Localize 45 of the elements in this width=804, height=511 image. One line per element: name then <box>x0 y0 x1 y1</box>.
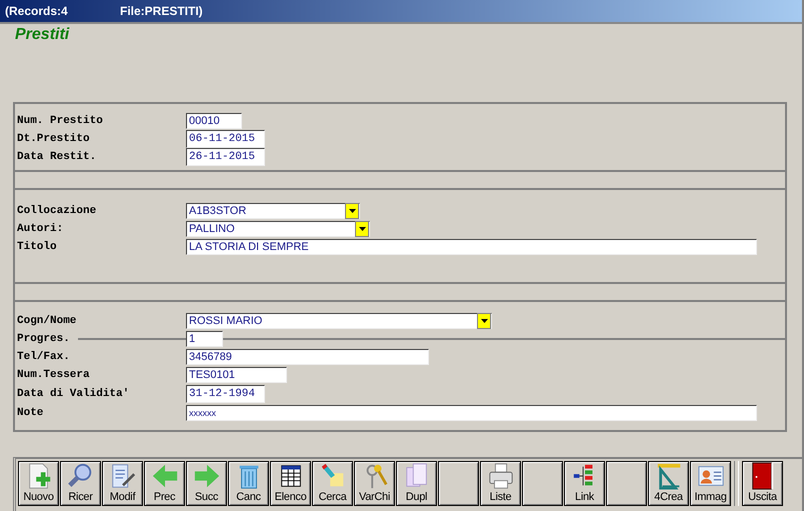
field-label: Titolo <box>17 241 57 253</box>
field-label: Collocazione <box>17 205 96 217</box>
field-label: Data Restit. <box>17 151 96 163</box>
toolbar-button[interactable]: Modif <box>102 461 143 506</box>
field-label: Autori: <box>17 223 64 235</box>
records-count: (Records:4 <box>5 4 69 18</box>
toolbar-button[interactable]: Canc <box>228 461 269 506</box>
toolbar-button[interactable]: Nuovo <box>18 461 59 506</box>
text-field[interactable]: TES0101 <box>186 367 287 383</box>
field-label: Num.Tessera <box>17 369 90 381</box>
text-field[interactable]: 3456789 <box>186 349 429 365</box>
toolbar-button[interactable]: Elenco <box>270 461 311 506</box>
text-field[interactable]: 1 <box>186 331 223 347</box>
exit-button[interactable]: Uscita <box>742 461 783 506</box>
field-label: Dt.Prestito <box>17 133 90 145</box>
date-field[interactable]: 31-12-1994 <box>186 385 265 403</box>
form-title: Prestiti <box>15 26 70 45</box>
note-field[interactable]: xxxxxx <box>186 405 757 421</box>
text-field[interactable]: 00010 <box>186 113 242 129</box>
empty-button[interactable] <box>438 461 479 506</box>
toolbar-button[interactable]: Liste <box>480 461 521 506</box>
toolbar-button[interactable]: Succ <box>186 461 227 506</box>
file-name: File:PRESTITI) <box>120 4 203 18</box>
toolbar-button[interactable]: 4Crea <box>648 461 689 506</box>
field-label: Num. Prestito <box>17 115 103 127</box>
field-label: Note <box>17 407 44 419</box>
text-field[interactable]: LA STORIA DI SEMPRE <box>186 239 757 255</box>
empty-button[interactable] <box>522 461 563 506</box>
field-label: Cogn/Nome <box>17 315 76 327</box>
empty-button[interactable] <box>606 461 647 506</box>
field-label: Tel/Fax. <box>17 351 70 363</box>
dropdown-field[interactable]: PALLINO <box>186 221 370 237</box>
date-field[interactable]: 06-11-2015 <box>186 130 265 148</box>
toolbar-button[interactable]: Immag <box>690 461 731 506</box>
dropdown-field[interactable]: ROSSI MARIO <box>186 313 492 329</box>
field-label: Data di Validita' <box>17 388 130 400</box>
toolbar-button[interactable]: Cerca <box>312 461 353 506</box>
toolbar-button[interactable]: Ricer <box>60 461 101 506</box>
toolbar-button[interactable]: Dupl <box>396 461 437 506</box>
field-label: Progres. <box>17 333 70 345</box>
toolbar-button[interactable]: Link <box>564 461 605 506</box>
toolbar-button[interactable]: Prec <box>144 461 185 506</box>
toolbar-button[interactable]: VarChi <box>354 461 395 506</box>
dropdown-field[interactable]: A1B3STOR <box>186 203 360 219</box>
date-field[interactable]: 26-11-2015 <box>186 148 265 166</box>
